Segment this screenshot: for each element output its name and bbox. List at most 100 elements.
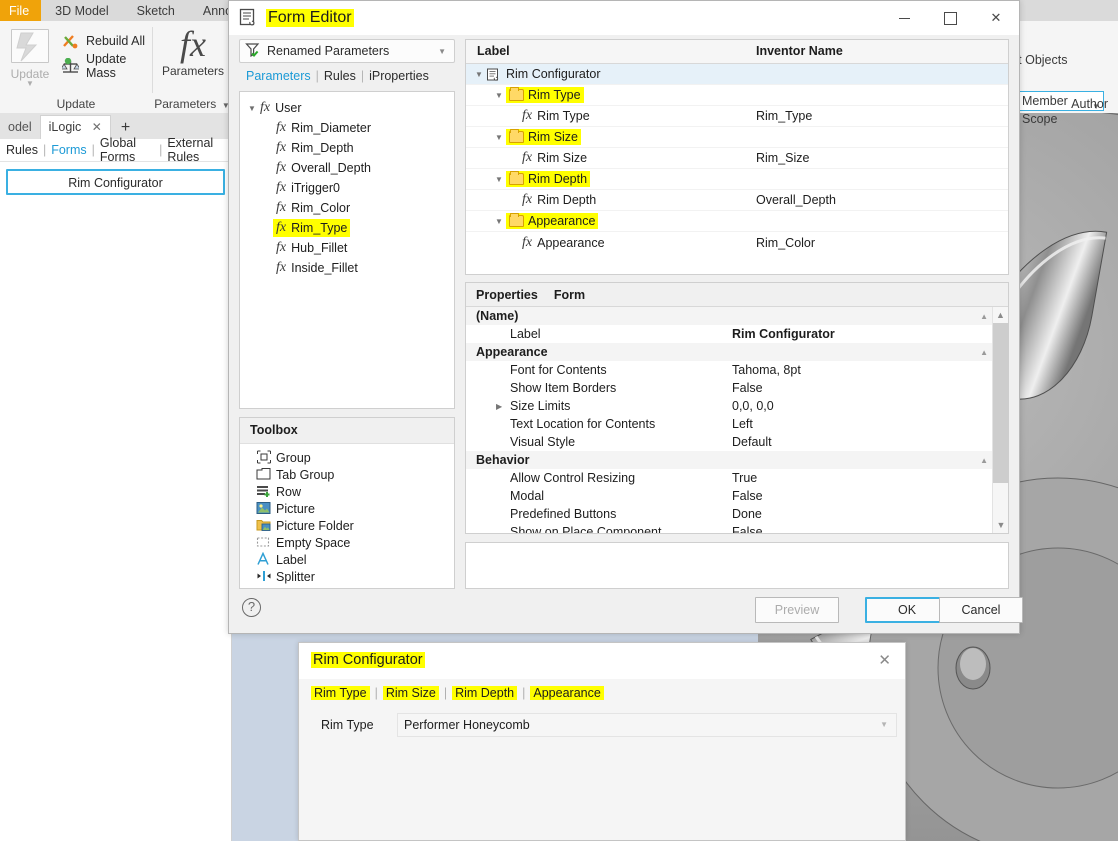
chevron-down-icon[interactable]: ▼ (0, 79, 60, 88)
property-row[interactable]: Predefined Buttons Done (466, 505, 1008, 523)
ribbon-tab-sketch[interactable]: Sketch (123, 0, 189, 21)
preview-button[interactable]: Preview (755, 597, 839, 623)
toolbox-item-row[interactable]: Row (240, 483, 454, 500)
property-row[interactable]: Allow Control Resizing True (466, 469, 1008, 487)
chevron-down-icon[interactable]: ▼ (492, 91, 506, 100)
list-item[interactable]: fx Rim_Color (240, 198, 454, 218)
tree-row-label: Rim Depth (537, 193, 596, 207)
tab-rim-type[interactable]: Rim Type (311, 686, 370, 700)
minimize-button[interactable] (881, 1, 927, 35)
parameter-tree[interactable]: ▼ fx User fx Rim_Diameter fx Rim_Depth f… (239, 91, 455, 409)
table-row[interactable]: fx Appearance Rim_Color (466, 232, 1008, 253)
table-row[interactable]: ▼ Rim Size (466, 127, 1008, 148)
property-category-row[interactable]: (Name) ▲ (466, 307, 1008, 325)
rim-configurator-dialog: Rim Configurator ✕ Rim Type | Rim Size |… (298, 642, 906, 841)
subtab-rules[interactable]: Rules (1, 143, 43, 157)
property-row[interactable]: Label Rim Configurator (466, 325, 1008, 343)
toolbox-item-tab-group[interactable]: Tab Group (240, 466, 454, 483)
property-row[interactable]: Show on Place Component False (466, 523, 1008, 533)
properties-scrollbar[interactable]: ▲ ▼ (992, 307, 1008, 533)
parameter-tree-root[interactable]: ▼ fx User (240, 98, 454, 118)
subtab-global-forms[interactable]: Global Forms (95, 136, 159, 164)
tab-rules[interactable]: Rules (319, 69, 361, 83)
form-item-rim-configurator[interactable]: Rim Configurator (6, 169, 225, 195)
tab-iproperties[interactable]: iProperties (364, 69, 434, 83)
toolbox-item-picture[interactable]: Picture (240, 500, 454, 517)
property-category-row[interactable]: Behavior ▲ (466, 451, 1008, 469)
chevron-up-icon[interactable]: ▲ (980, 348, 988, 357)
chevron-down-icon[interactable]: ▼ (492, 217, 506, 226)
chevron-right-icon[interactable]: ▶ (496, 402, 502, 411)
property-row[interactable]: Modal False (466, 487, 1008, 505)
scroll-up-icon[interactable]: ▲ (993, 307, 1008, 323)
table-row[interactable]: fx Rim Type Rim_Type (466, 106, 1008, 127)
scrollbar-thumb[interactable] (993, 323, 1009, 483)
subtab-external-rules[interactable]: External Rules (162, 136, 231, 164)
update-button[interactable]: Update ▼ (0, 23, 60, 88)
toolbox-item-empty-space[interactable]: Empty Space (240, 534, 454, 551)
table-row[interactable]: fx Rim Depth Overall_Depth (466, 190, 1008, 211)
toolbox-item-splitter[interactable]: Splitter (240, 568, 454, 585)
chevron-down-icon[interactable]: ▼ (880, 714, 888, 736)
chevron-down-icon[interactable]: ▼ (492, 175, 506, 184)
toolbox-item-picture-folder[interactable]: Picture Folder (240, 517, 454, 534)
table-row[interactable]: ▼ Rim Configurator (466, 64, 1008, 85)
form-editor-left-column: Renamed Parameters ▼ Parameters | Rules … (239, 39, 455, 589)
close-icon[interactable]: ✕ (878, 651, 891, 669)
list-item[interactable]: fx Rim_Type (240, 218, 454, 238)
table-row[interactable]: ▼ Rim Type (466, 85, 1008, 106)
rim-type-combo[interactable]: Performer Honeycomb ▼ (397, 713, 897, 737)
tab-properties[interactable]: Properties (476, 288, 538, 302)
help-icon[interactable]: ? (242, 598, 261, 617)
ribbon-tab-3d-model[interactable]: 3D Model (41, 0, 123, 21)
form-structure-tree[interactable]: Label Inventor Name ▼ (465, 39, 1009, 275)
close-icon[interactable]: ✕ (92, 120, 102, 134)
parameter-filter-combo[interactable]: Renamed Parameters ▼ (239, 39, 455, 63)
property-row[interactable]: ▶ Size Limits 0,0, 0,0 (466, 397, 1008, 415)
chevron-down-icon[interactable]: ▼ (472, 70, 486, 79)
subtab-forms[interactable]: Forms (46, 143, 91, 157)
list-item[interactable]: fx Inside_Fillet (240, 258, 454, 278)
list-item[interactable]: fx Overall_Depth (240, 158, 454, 178)
tab-form[interactable]: Form (554, 288, 585, 302)
chevron-down-icon[interactable]: ▼ (492, 133, 506, 142)
empty-space-icon (256, 535, 274, 550)
list-item[interactable]: fx Hub_Fillet (240, 238, 454, 258)
tab-parameters[interactable]: Parameters (241, 69, 316, 83)
cancel-button[interactable]: Cancel (939, 597, 1023, 623)
form-preview-area[interactable] (465, 542, 1009, 589)
table-row[interactable]: fx Rim Size Rim_Size (466, 148, 1008, 169)
rebuild-all-button[interactable]: Rebuild All (62, 29, 145, 53)
scroll-down-icon[interactable]: ▼ (993, 517, 1009, 533)
property-row[interactable]: Show Item Borders False (466, 379, 1008, 397)
chevron-up-icon[interactable]: ▲ (980, 312, 988, 321)
objects-text: rt Objects (1014, 53, 1068, 67)
table-row[interactable]: ▼ Appearance (466, 211, 1008, 232)
toolbox-item-label[interactable]: Label (240, 551, 454, 568)
list-item[interactable]: fx iTrigger0 (240, 178, 454, 198)
chevron-up-icon[interactable]: ▲ (980, 456, 988, 465)
table-row[interactable]: ▼ Rim Depth (466, 169, 1008, 190)
tab-appearance[interactable]: Appearance (530, 686, 603, 700)
property-row[interactable]: Font for Contents Tahoma, 8pt (466, 361, 1008, 379)
property-category-row[interactable]: Appearance ▲ (466, 343, 1008, 361)
update-mass-button[interactable]: Update Mass (62, 54, 152, 78)
ribbon-tab-file[interactable]: File (0, 0, 41, 21)
chevron-down-icon[interactable]: ▼ (248, 104, 260, 113)
rim-configurator-titlebar[interactable]: Rim Configurator ✕ (299, 643, 905, 679)
chevron-down-icon[interactable]: ▼ (438, 47, 446, 56)
property-row[interactable]: Text Location for Contents Left (466, 415, 1008, 433)
ok-button[interactable]: OK (865, 597, 949, 623)
properties-grid[interactable]: (Name) ▲ Label Rim Configurator Appearan… (466, 307, 1008, 533)
tab-rim-depth[interactable]: Rim Depth (452, 686, 517, 700)
list-item[interactable]: fx Rim_Depth (240, 138, 454, 158)
tab-rim-size[interactable]: Rim Size (383, 686, 439, 700)
property-row[interactable]: Visual Style Default (466, 433, 1008, 451)
list-item[interactable]: fx Rim_Diameter (240, 118, 454, 138)
parameters-button[interactable]: fx Parameters (161, 25, 225, 78)
form-editor-titlebar[interactable]: Form Editor ✕ (229, 1, 1019, 35)
document-tab-model[interactable]: odel (0, 116, 40, 139)
close-button[interactable]: ✕ (973, 1, 1019, 35)
toolbox-item-group[interactable]: Group (240, 449, 454, 466)
maximize-button[interactable] (927, 1, 973, 35)
